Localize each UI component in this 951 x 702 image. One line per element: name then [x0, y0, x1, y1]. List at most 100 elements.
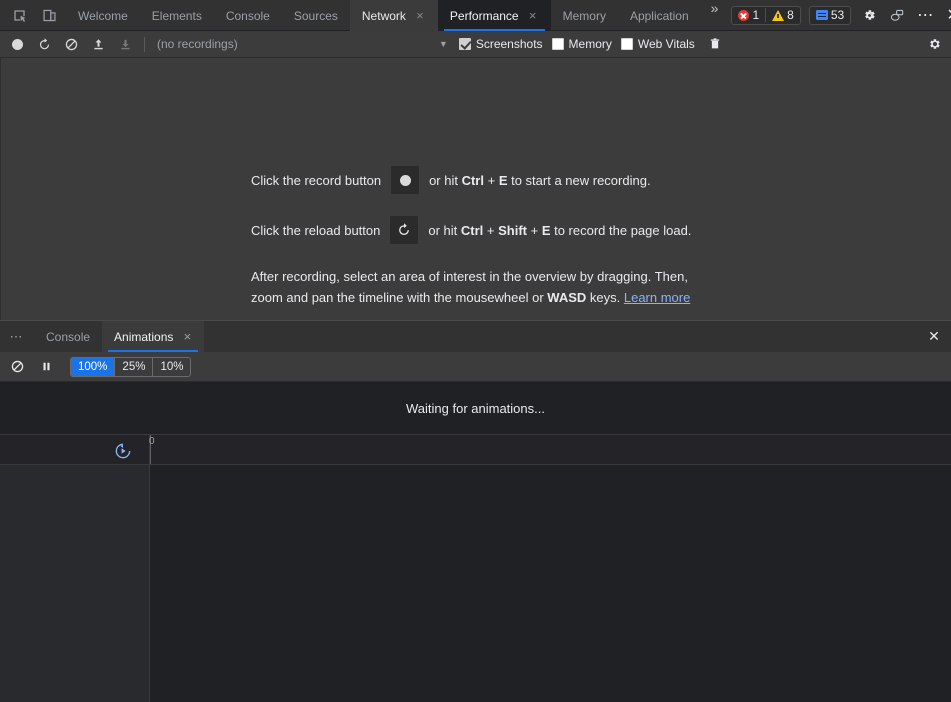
checkbox-screenshots[interactable]: Screenshots	[457, 37, 549, 51]
pause-icon[interactable]	[33, 356, 59, 378]
performance-landing-panel: Click the record button or hit Ctrl + E …	[0, 58, 951, 320]
reload-tail-text: to record the page load.	[550, 223, 691, 238]
checkbox-web-vitals[interactable]: Web Vitals	[619, 37, 701, 51]
checkbox-box	[621, 38, 633, 50]
record-instruction-suffix: or hit Ctrl + E to start a new recording…	[429, 173, 650, 188]
plus-sign-1: +	[483, 223, 498, 238]
record-icon[interactable]	[4, 33, 30, 55]
message-count-badge[interactable]: 53	[810, 8, 850, 22]
reload-arrow-icon[interactable]	[390, 216, 418, 244]
drawer-tab-label: Console	[46, 330, 90, 344]
animations-timeline-body	[0, 465, 951, 702]
wasd-keys: WASD	[547, 290, 586, 305]
clear-recording-icon[interactable]	[58, 33, 84, 55]
tab-performance[interactable]: Performance ×	[438, 0, 551, 31]
key-shift: Shift	[498, 223, 527, 238]
tab-sources[interactable]: Sources	[282, 0, 350, 31]
tab-close-icon[interactable]: ×	[414, 9, 426, 22]
device-toolbar-icon[interactable]	[36, 2, 62, 28]
speed-10-button[interactable]: 10%	[152, 358, 190, 376]
tab-label: Memory	[563, 9, 606, 23]
tab-welcome[interactable]: Welcome	[66, 0, 140, 31]
drawer-tabbar: ⋯ Console Animations × ✕	[0, 320, 951, 352]
feedback-icon[interactable]	[884, 2, 910, 28]
tab-close-icon[interactable]: ×	[527, 9, 539, 22]
warning-count: 8	[787, 8, 794, 22]
devtools-window: Welcome Elements Console Sources Network…	[0, 0, 951, 702]
paragraph-part2: keys.	[586, 290, 624, 305]
drawer-tab-console[interactable]: Console	[34, 321, 102, 352]
speed-100-button[interactable]: 100%	[71, 358, 114, 376]
plus-sign: +	[484, 173, 499, 188]
panel-tabs: Welcome Elements Console Sources Network…	[66, 0, 701, 30]
record-instruction-prefix: Click the record button	[251, 173, 381, 188]
record-dot-icon[interactable]	[391, 166, 419, 194]
tab-label: Welcome	[78, 9, 128, 23]
record-dot	[12, 39, 23, 50]
animations-timeline-header: 0	[0, 434, 951, 465]
tab-label: Sources	[294, 9, 338, 23]
drawer-close-icon[interactable]: ✕	[917, 321, 951, 352]
learn-more-link[interactable]: Learn more	[624, 290, 690, 305]
settings-gear-icon[interactable]	[856, 2, 882, 28]
checkbox-label: Web Vitals	[638, 37, 695, 51]
error-count: 1	[752, 8, 759, 22]
tab-label: Performance	[450, 9, 519, 23]
plus-sign-2: +	[527, 223, 542, 238]
tab-network[interactable]: Network ×	[350, 0, 438, 31]
checkbox-label: Memory	[569, 37, 612, 51]
download-profile-icon[interactable]	[112, 33, 138, 55]
tabbar-right-controls: 1 8 53 ⋯	[728, 0, 951, 30]
record-tail-text: to start a new recording.	[507, 173, 650, 188]
replay-animation-icon[interactable]	[114, 442, 132, 465]
reload-and-record-icon[interactable]	[31, 33, 57, 55]
error-count-badge[interactable]: 1	[732, 8, 765, 22]
customize-more-icon[interactable]: ⋯	[912, 2, 938, 28]
drawer-tab-animations[interactable]: Animations ×	[102, 321, 204, 352]
animations-toolbar: 100% 25% 10%	[0, 352, 951, 382]
timeline-tracks-area[interactable]	[150, 465, 951, 702]
record-instruction-row: Click the record button or hit Ctrl + E …	[251, 166, 951, 194]
drawer-tab-label: Animations	[114, 330, 173, 344]
timeline-tick-marker: 0	[150, 435, 151, 464]
timeline-groups-column[interactable]	[0, 465, 150, 702]
tab-console[interactable]: Console	[214, 0, 282, 31]
or-hit-text: or hit	[429, 173, 462, 188]
message-count: 53	[831, 8, 844, 22]
tab-elements[interactable]: Elements	[140, 0, 214, 31]
checkbox-memory[interactable]: Memory	[550, 37, 618, 51]
record-dot	[400, 175, 411, 186]
reload-instruction-suffix: or hit Ctrl + Shift + E to record the pa…	[428, 223, 691, 238]
warning-triangle-icon	[772, 10, 784, 21]
reload-instruction-prefix: Click the reload button	[251, 223, 380, 238]
more-tabs-chevron-double-right-icon[interactable]: »	[701, 0, 729, 30]
message-bubble-icon	[816, 10, 828, 20]
or-hit-text: or hit	[428, 223, 461, 238]
trash-icon[interactable]	[702, 33, 728, 55]
warning-count-badge[interactable]: 8	[765, 8, 800, 22]
timeline-header-ruler[interactable]: 0	[150, 435, 951, 464]
recordings-dropdown-caret-icon[interactable]: ▼	[431, 39, 456, 49]
clear-animations-icon[interactable]	[4, 356, 30, 378]
error-circle-x-icon	[738, 10, 749, 21]
checkbox-label: Screenshots	[476, 37, 543, 51]
toolbar-divider	[144, 37, 145, 52]
reload-instruction-row: Click the reload button or hit Ctrl + Sh…	[251, 216, 951, 244]
capture-settings-gear-icon[interactable]	[921, 33, 947, 55]
drawer-more-tools-icon[interactable]: ⋯	[0, 321, 34, 352]
tab-label: Elements	[152, 9, 202, 23]
landing-content: Click the record button or hit Ctrl + E …	[1, 58, 951, 308]
landing-paragraph: After recording, select an area of inter…	[251, 266, 696, 308]
checkbox-box	[459, 38, 471, 50]
upload-profile-icon[interactable]	[85, 33, 111, 55]
tab-memory[interactable]: Memory	[551, 0, 618, 31]
close-devtools-icon[interactable]: ✕	[940, 2, 951, 28]
speed-25-button[interactable]: 25%	[114, 358, 152, 376]
tab-label: Console	[226, 9, 270, 23]
waiting-for-animations-message: Waiting for animations...	[0, 382, 951, 434]
recordings-label: (no recordings)	[151, 37, 238, 51]
inspect-element-icon[interactable]	[6, 2, 32, 28]
drawer-tab-close-icon[interactable]: ×	[182, 329, 192, 344]
tab-application[interactable]: Application	[618, 0, 701, 31]
tabbar-left-icons	[0, 0, 66, 30]
